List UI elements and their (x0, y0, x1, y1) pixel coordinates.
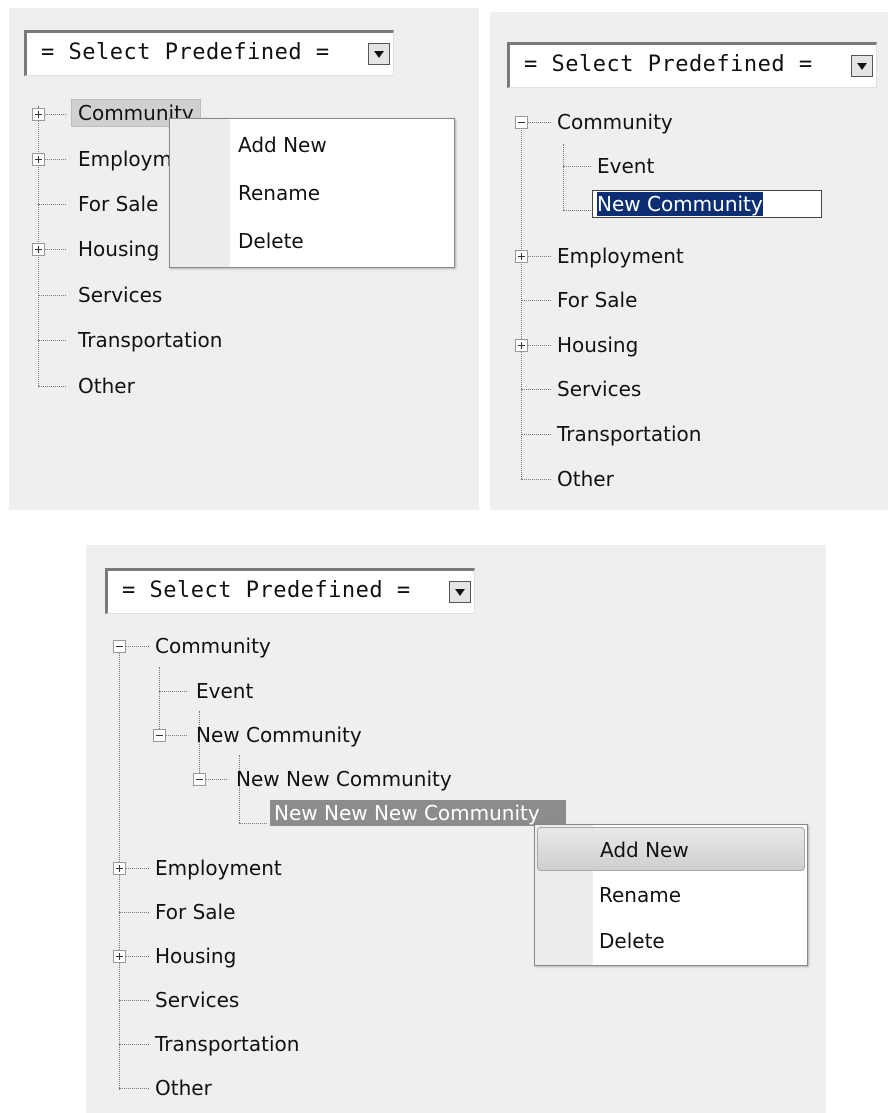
tree-item-services[interactable]: Services (155, 987, 239, 1013)
expand-icon[interactable] (113, 950, 126, 963)
tree-item-new-new-community[interactable]: New New Community (236, 766, 452, 792)
expand-icon[interactable] (515, 250, 528, 263)
panel-nested-context-menu: = Select Predefined = Community Event Ne… (86, 545, 826, 1113)
rename-input[interactable]: New Community (592, 190, 822, 218)
tree-connector (159, 667, 160, 735)
tree-connector (563, 166, 591, 167)
tree-connector (38, 386, 66, 387)
tree-item-housing[interactable]: Housing (557, 332, 638, 358)
tree-item-employment[interactable]: Employment (155, 855, 282, 881)
tree-connector (38, 340, 66, 341)
chevron-down-icon[interactable] (851, 55, 873, 77)
tree-connector (119, 912, 149, 913)
menu-item-rename[interactable]: Rename (170, 171, 454, 215)
tree-connector (119, 1044, 149, 1045)
menu-item-label: Rename (238, 181, 321, 205)
menu-item-label: Add New (238, 133, 327, 157)
tree-connector (38, 295, 66, 296)
menu-item-label: Delete (238, 229, 304, 253)
expand-icon[interactable] (32, 243, 45, 256)
tree-item-for-sale[interactable]: For Sale (78, 191, 158, 217)
tree-connector (563, 210, 591, 211)
predefined-select[interactable]: = Select Predefined = (24, 30, 394, 76)
rename-input-selected-text: New Community (597, 192, 763, 216)
expand-icon[interactable] (32, 108, 45, 121)
chevron-down-icon[interactable] (368, 43, 390, 65)
chevron-down-icon[interactable] (449, 581, 471, 603)
tree-item-housing[interactable]: Housing (78, 236, 159, 262)
tree-connector (239, 823, 267, 824)
menu-item-delete[interactable]: Delete (170, 219, 454, 263)
tree-connector (119, 1088, 149, 1089)
tree-item-for-sale[interactable]: For Sale (557, 287, 637, 313)
predefined-select[interactable]: = Select Predefined = (507, 42, 877, 88)
collapse-icon[interactable] (515, 116, 528, 129)
menu-item-add-new[interactable]: Add New (170, 123, 454, 167)
menu-item-label: Rename (599, 883, 682, 907)
collapse-icon[interactable] (193, 773, 206, 786)
predefined-select-label: = Select Predefined = (41, 40, 330, 65)
expand-icon[interactable] (515, 339, 528, 352)
tree-item-transportation[interactable]: Transportation (557, 421, 701, 447)
expand-icon[interactable] (113, 862, 126, 875)
tree-connector (521, 124, 522, 479)
tree-connector (159, 691, 187, 692)
menu-item-label: Add New (600, 838, 689, 862)
menu-item-rename[interactable]: Rename (535, 873, 807, 917)
expand-icon[interactable] (32, 153, 45, 166)
tree-item-services[interactable]: Services (557, 376, 641, 402)
tree-item-services[interactable]: Services (78, 282, 162, 308)
tree-item-transportation[interactable]: Transportation (155, 1031, 299, 1057)
tree-item-housing[interactable]: Housing (155, 943, 236, 969)
tree-connector (521, 300, 551, 301)
tree-item-new-new-new-community[interactable]: New New New Community (270, 800, 566, 826)
tree-connector (119, 1000, 149, 1001)
panel-context-menu-root: = Select Predefined = Community Employme… (9, 8, 479, 510)
tree-connector (563, 144, 564, 210)
predefined-select-label: = Select Predefined = (524, 52, 813, 77)
tree-item-event[interactable]: Event (196, 678, 253, 704)
predefined-select-label: = Select Predefined = (122, 578, 411, 603)
context-menu: Add New Rename Delete (169, 118, 455, 268)
tree-item-other[interactable]: Other (155, 1075, 212, 1101)
tree-connector (521, 389, 551, 390)
tree-item-employment[interactable]: Employment (557, 243, 684, 269)
tree-item-new-community[interactable]: New Community (196, 722, 362, 748)
tree-connector (521, 479, 551, 480)
tree-item-community[interactable]: Community (557, 109, 673, 135)
tree-item-for-sale[interactable]: For Sale (155, 899, 235, 925)
tree-item-transportation[interactable]: Transportation (78, 327, 222, 353)
menu-item-delete[interactable]: Delete (535, 919, 807, 963)
context-menu: Add New Rename Delete (534, 824, 808, 966)
collapse-icon[interactable] (113, 640, 126, 653)
tree-connector (521, 434, 551, 435)
menu-item-add-new[interactable]: Add New (537, 827, 805, 871)
tree-item-other[interactable]: Other (557, 466, 614, 492)
predefined-select[interactable]: = Select Predefined = (105, 568, 475, 614)
tree-connector (38, 204, 66, 205)
menu-item-label: Delete (599, 929, 665, 953)
tree-item-other[interactable]: Other (78, 373, 135, 399)
collapse-icon[interactable] (153, 729, 166, 742)
tree-item-event[interactable]: Event (597, 153, 654, 179)
tree-item-community[interactable]: Community (155, 633, 271, 659)
panel-rename-edit: = Select Predefined = Community Event Ne… (490, 12, 888, 510)
